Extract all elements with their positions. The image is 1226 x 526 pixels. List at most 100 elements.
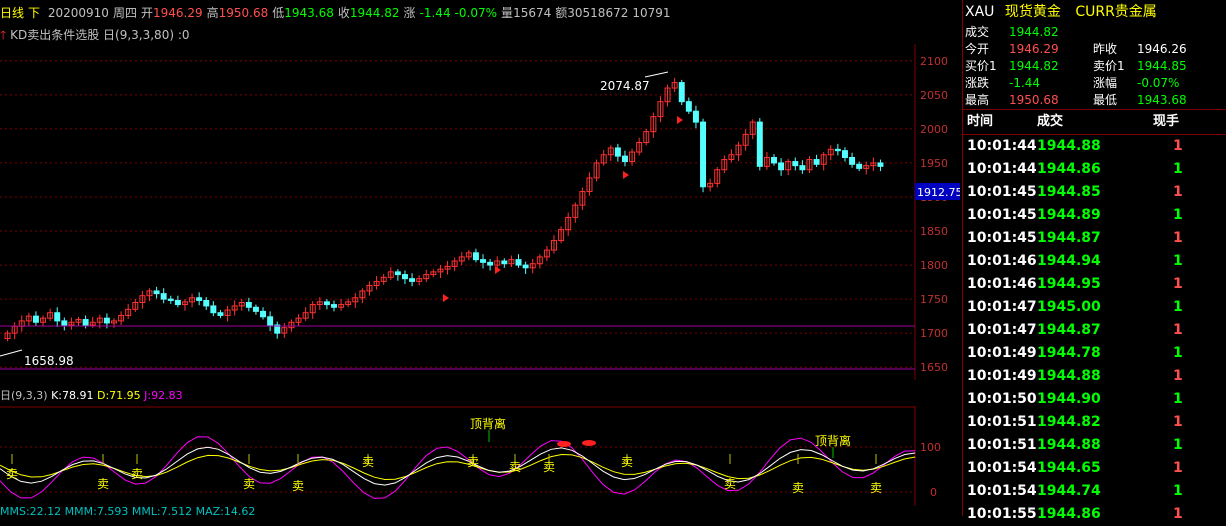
trade-row[interactable]: 10:01:44 1944.88 1 [963, 135, 1226, 158]
trade-row[interactable]: 10:01:47 1945.00 1 [963, 296, 1226, 319]
trade-price: 1944.94 [1037, 253, 1101, 269]
trade-qty: 1 [1173, 345, 1183, 361]
symbol-code: XAU [965, 4, 995, 20]
trade-qty: 1 [1173, 368, 1183, 384]
quote-table: 成交 1944.82 今开 1946.29 昨收 1946.26 买价1 1944.82 卖价1… [963, 24, 1226, 109]
candle-body [153, 290, 160, 295]
trade-qty: 1 [1173, 506, 1183, 522]
trade-list[interactable]: 10:01:44 1944.88 1 10:01:44 1944.86 1 10:01:45… [963, 135, 1226, 526]
period-label[interactable]: 日线 [0, 6, 24, 20]
period-nav[interactable]: 下 [28, 6, 40, 20]
trade-qty: 1 [1173, 414, 1183, 430]
candle-body [756, 121, 763, 167]
candle-body [614, 147, 621, 157]
trade-time: 10:01:44 [967, 138, 1037, 154]
candle-body [841, 150, 848, 158]
quote-value: -0.07% [1137, 76, 1180, 90]
sell-signal-label: 卖 [621, 455, 633, 469]
trade-row[interactable]: 10:01:51 1944.82 1 [963, 411, 1226, 434]
volume-label: 量 [501, 6, 514, 20]
col-qty: 现手 [1153, 114, 1180, 129]
price-axis-label: 2100 [920, 55, 948, 68]
trade-time: 10:01:45 [967, 184, 1037, 200]
open-label: 开 [140, 6, 153, 20]
low-marker-line [0, 349, 23, 357]
candle-body [700, 121, 707, 188]
trade-row[interactable]: 10:01:46 1944.94 1 [963, 250, 1226, 273]
candle-body [210, 305, 217, 314]
trade-price: 1944.78 [1037, 345, 1101, 361]
trade-price: 1944.86 [1037, 506, 1101, 522]
change-value: -1.44 [419, 6, 451, 20]
quote-value: 1943.68 [1137, 93, 1187, 107]
indicator-params: 日(9,3,3,80) [103, 28, 175, 42]
trade-row[interactable]: 10:01:49 1944.88 1 [963, 365, 1226, 388]
trade-qty: 1 [1173, 299, 1183, 315]
quote-value: 1944.85 [1137, 59, 1187, 73]
low-annotation: 1658.98 [24, 354, 74, 368]
quote-row: 最高 1950.68 最低 1943.68 [963, 92, 1226, 109]
trade-qty: 1 [1173, 138, 1183, 154]
candle-body [849, 156, 856, 165]
quote-label: 今开 [965, 42, 990, 56]
quote-value: 1944.82 [1009, 59, 1059, 73]
candle-body [877, 162, 884, 167]
candle-body [245, 302, 252, 308]
trade-price: 1944.65 [1037, 460, 1101, 476]
kd-indicator-chart[interactable]: 100 0 顶背离 顶背离 卖卖卖卖 卖卖卖卖卖卖卖卖卖 [0, 406, 960, 506]
trade-price: 1944.82 [1037, 414, 1101, 430]
candle-body [778, 162, 785, 171]
price-axis-label: 1950 [920, 157, 948, 170]
trade-row[interactable]: 10:01:54 1944.74 1 [963, 480, 1226, 503]
trade-qty: 1 [1173, 184, 1183, 200]
trade-row[interactable]: 10:01:50 1944.90 1 [963, 388, 1226, 411]
trade-row[interactable]: 10:01:49 1944.78 1 [963, 342, 1226, 365]
candle-body [409, 278, 416, 282]
sell-signal-label: 卖 [509, 460, 521, 474]
trade-row[interactable]: 10:01:45 1944.85 1 [963, 181, 1226, 204]
trade-row[interactable]: 10:01:46 1944.95 1 [963, 273, 1226, 296]
candle-body [685, 101, 692, 112]
trade-row[interactable]: 10:01:55 1944.86 1 [963, 503, 1226, 526]
date-text: 20200910 [47, 6, 109, 20]
symbol-category: CURR贵金属 [1075, 4, 1157, 20]
quote-header: XAU 现货黄金 CURR贵金属 [963, 0, 1226, 24]
trade-price: 1944.85 [1037, 184, 1101, 200]
trade-qty: 1 [1173, 253, 1183, 269]
price-axis-label: 2000 [920, 123, 948, 136]
candle-body [501, 260, 508, 265]
trade-row[interactable]: 10:01:54 1944.65 1 [963, 457, 1226, 480]
signal-arrow-icon [443, 294, 449, 302]
candle-body [487, 261, 494, 266]
trade-time: 10:01:49 [967, 368, 1037, 384]
sell-signal-label: 卖 [724, 477, 736, 491]
quote-label: 成交 [965, 25, 990, 39]
kd-axis-0: 0 [930, 486, 937, 499]
price-axis-label: 1650 [920, 361, 948, 374]
candle-body [196, 297, 203, 301]
candlestick-chart[interactable]: 2100205020001950190018501800175017001650… [0, 44, 960, 380]
sell-signal-label: 卖 [467, 455, 479, 469]
amount-label: 额 [555, 6, 568, 20]
col-time: 时间 [967, 114, 994, 129]
trade-time: 10:01:54 [967, 483, 1037, 499]
candle-body [260, 310, 267, 318]
quote-panel: XAU 现货黄金 CURR贵金属 成交 1944.82 今开 1946.29 昨收 194… [962, 0, 1226, 522]
change-label: 涨 [403, 6, 416, 20]
signal-arrow-icon [677, 116, 683, 124]
trade-row[interactable]: 10:01:45 1944.89 1 [963, 204, 1226, 227]
trade-row[interactable]: 10:01:44 1944.86 1 [963, 158, 1226, 181]
red-fill-marker [582, 440, 596, 446]
candle-body [678, 82, 685, 103]
trade-row[interactable]: 10:01:51 1944.88 1 [963, 434, 1226, 457]
trade-qty: 1 [1173, 391, 1183, 407]
indicator-title[interactable]: 🡑 KD卖出条件选股 日(9,3,3,80) :0 [0, 26, 190, 44]
candle-body [771, 156, 777, 164]
trade-row[interactable]: 10:01:45 1944.87 1 [963, 227, 1226, 250]
candle-body [472, 252, 479, 261]
price-axis-label: 1750 [920, 293, 948, 306]
candle-body [103, 317, 110, 324]
candle-body [203, 299, 210, 307]
trade-row[interactable]: 10:01:47 1944.87 1 [963, 319, 1226, 342]
high-annotation: 2074.87 [600, 79, 650, 93]
